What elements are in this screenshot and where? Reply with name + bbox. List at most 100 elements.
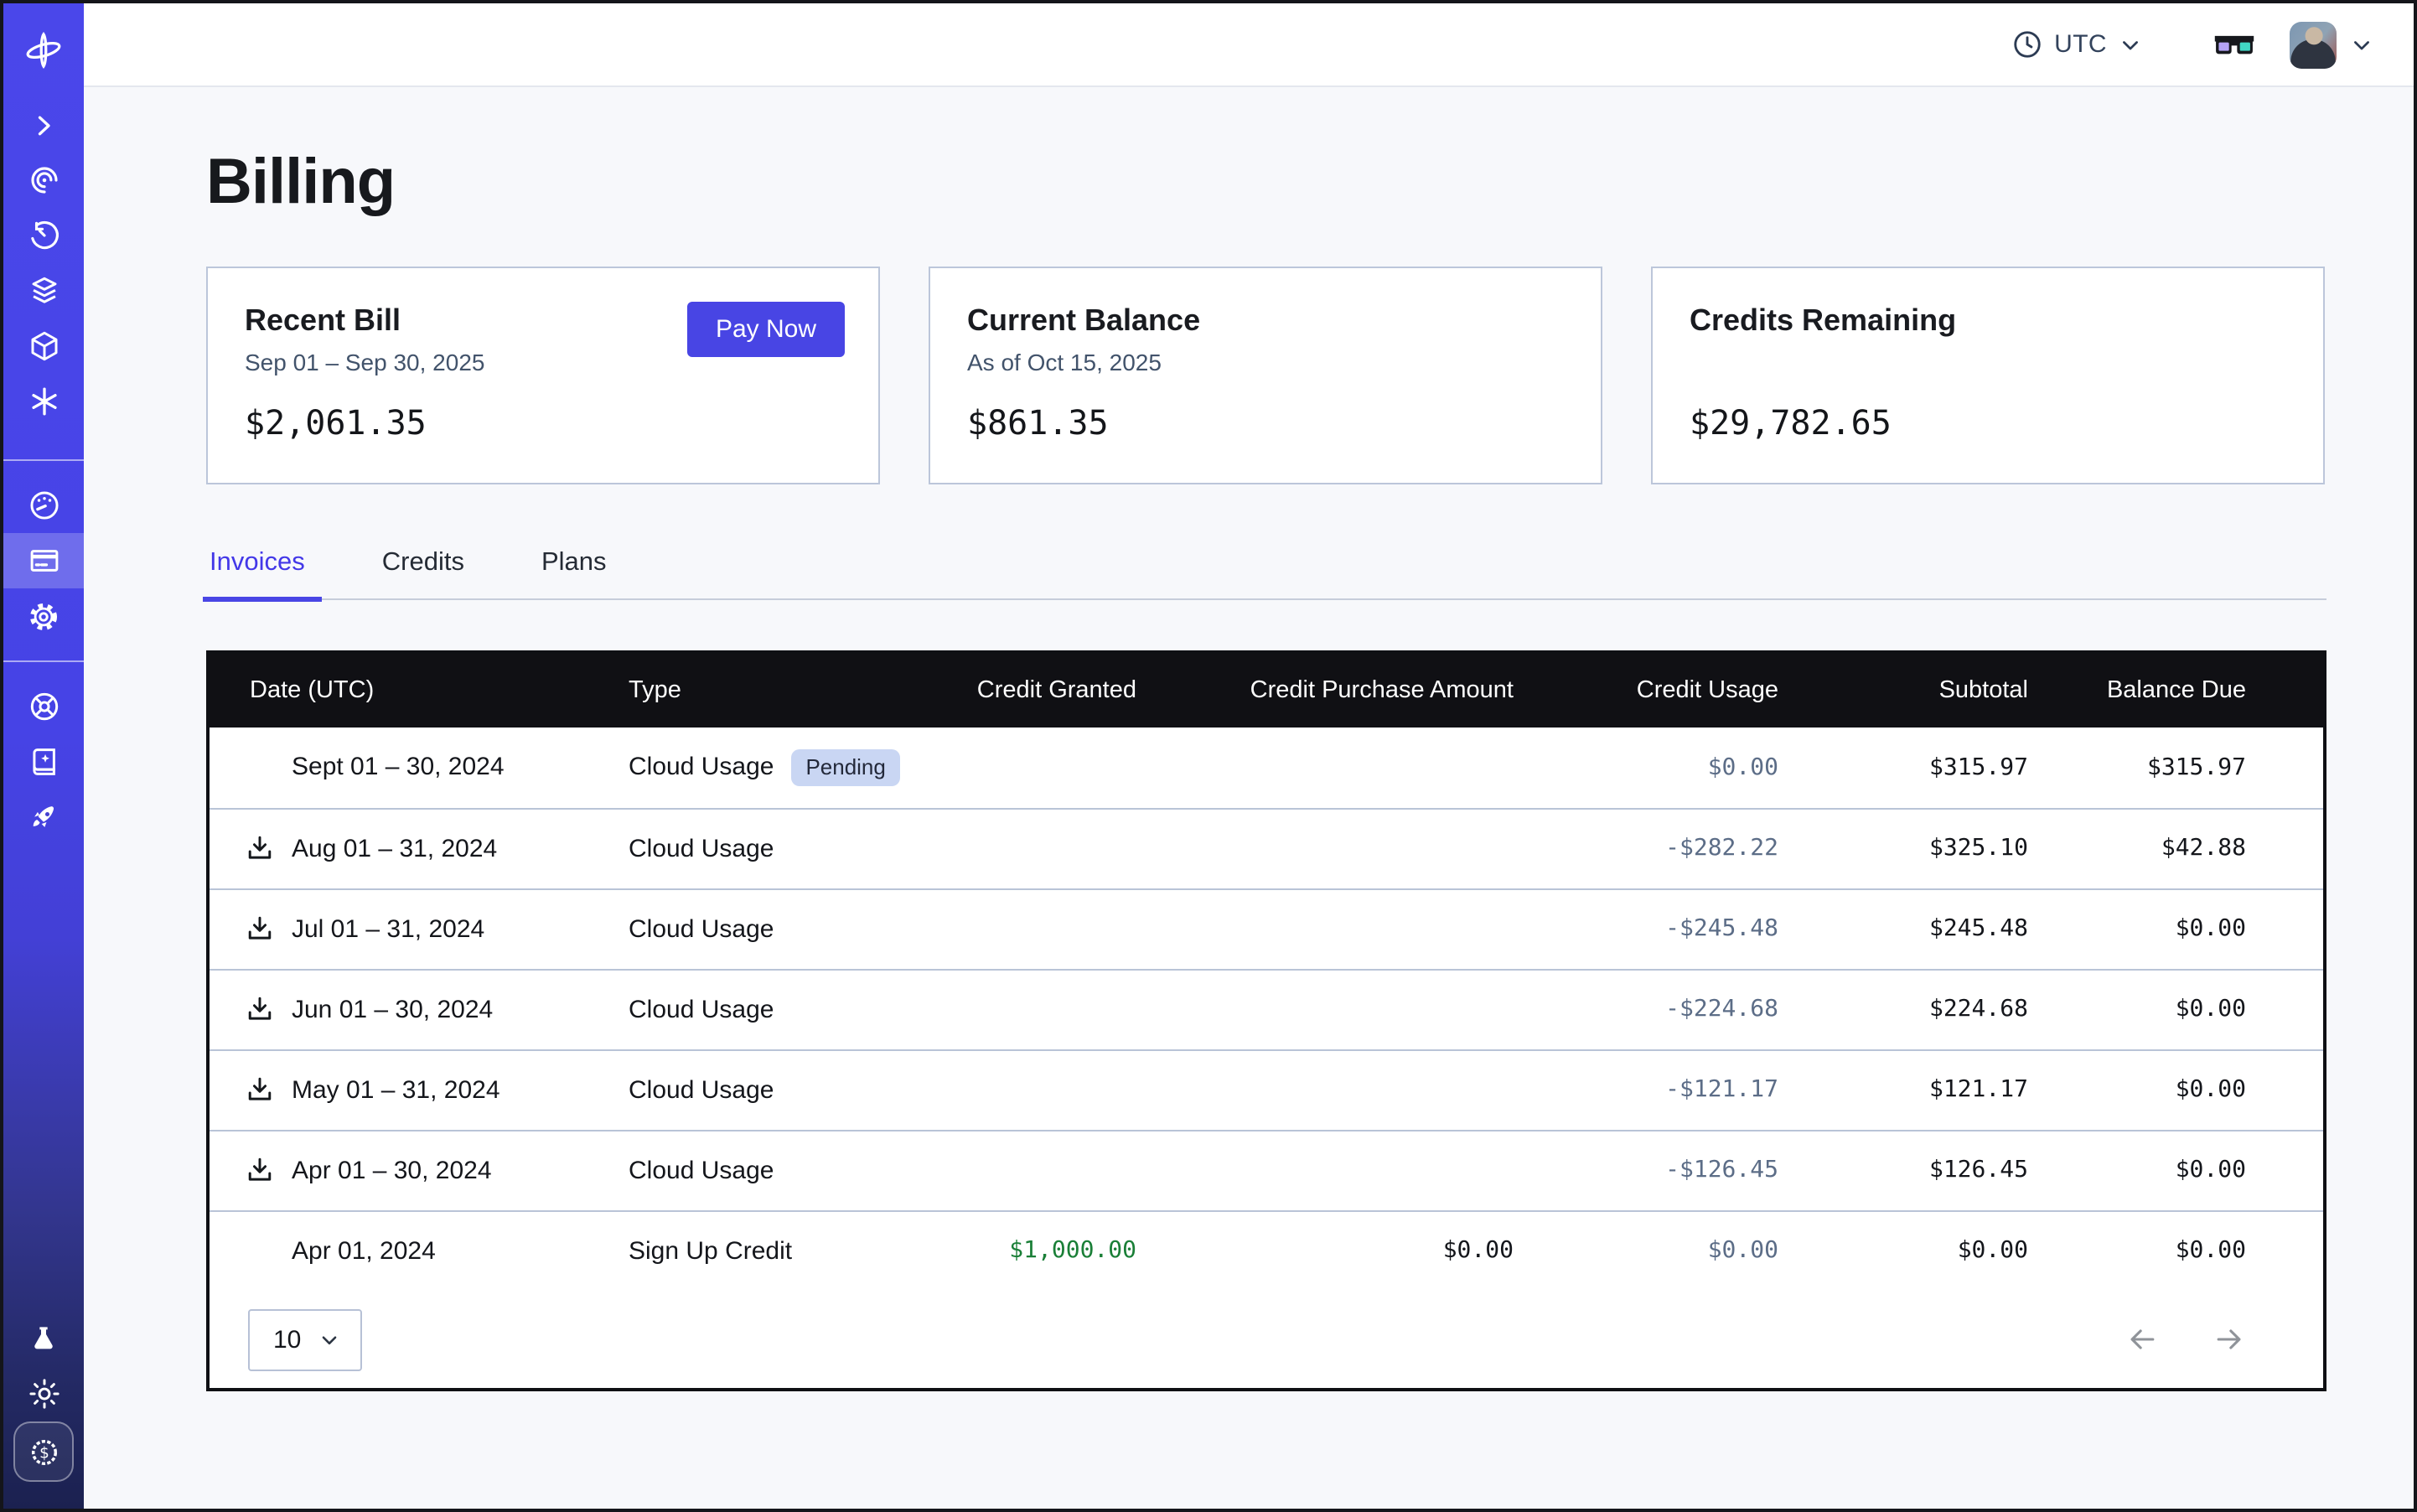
download-icon bbox=[245, 914, 275, 944]
chevron-down-icon bbox=[318, 1328, 339, 1350]
sidebar-item-history[interactable] bbox=[3, 208, 84, 263]
download-invoice-button[interactable] bbox=[245, 914, 275, 944]
flask-icon bbox=[27, 1322, 60, 1355]
subtotal-value: $224.68 bbox=[1799, 969, 2048, 1049]
download-invoice-button[interactable] bbox=[245, 833, 275, 863]
sidebar-item-theme-toggle[interactable] bbox=[3, 1366, 84, 1421]
subtotal-value: $315.97 bbox=[1799, 728, 2048, 808]
sidebar-divider bbox=[3, 660, 84, 662]
credits-remaining-card: Credits Remaining $29,782.65 bbox=[1651, 267, 2325, 484]
3d-glasses-icon bbox=[2213, 29, 2256, 60]
page-size-select[interactable]: 10 bbox=[248, 1308, 361, 1370]
sidebar-item-support[interactable] bbox=[3, 679, 84, 734]
sidebar-item-expand[interactable] bbox=[3, 97, 84, 153]
recent-bill-amount: $2,061.35 bbox=[245, 402, 841, 443]
logo-orbit-icon bbox=[22, 28, 65, 72]
main-area: Billing Recent Bill Sep 01 – Sep 30, 202… bbox=[84, 87, 2414, 1509]
credit-usage-value: -$224.68 bbox=[1534, 969, 1799, 1049]
invoice-type: Sign Up Credit bbox=[629, 1237, 792, 1266]
invoice-table-body: Sept 01 – 30, 2024 Cloud Usage Pending $… bbox=[210, 728, 2323, 1291]
tab-credits[interactable]: Credits bbox=[379, 548, 468, 598]
subtotal-value: $121.17 bbox=[1799, 1049, 2048, 1130]
dollar-badge-icon: $ bbox=[26, 1434, 61, 1469]
user-avatar bbox=[2290, 21, 2337, 68]
invoice-date: May 01 – 31, 2024 bbox=[292, 1075, 500, 1104]
credit-purchase-value bbox=[1157, 969, 1534, 1049]
topbar: UTC bbox=[84, 3, 2414, 87]
table-footer: 10 bbox=[210, 1291, 2323, 1388]
download-icon bbox=[245, 833, 275, 863]
column-header-credit-granted: Credit Granted bbox=[955, 654, 1157, 728]
subtotal-value: $325.10 bbox=[1799, 808, 2048, 888]
asterisk-icon bbox=[26, 384, 61, 419]
next-page-button[interactable] bbox=[2211, 1321, 2248, 1358]
invoice-type: Cloud Usage bbox=[629, 753, 774, 782]
account-menu[interactable] bbox=[2290, 21, 2373, 68]
invoice-row: Apr 01, 2024 Sign Up Credit $1,000.00 $0… bbox=[210, 1210, 2323, 1291]
clock-icon bbox=[2011, 28, 2042, 60]
invoice-date: Sept 01 – 30, 2024 bbox=[292, 753, 505, 782]
invoice-type: Cloud Usage bbox=[629, 1156, 774, 1184]
invoice-type: Cloud Usage bbox=[629, 914, 774, 943]
sidebar-item-labs[interactable] bbox=[3, 1311, 84, 1366]
timer-icon bbox=[26, 218, 61, 253]
sidebar-item-home[interactable] bbox=[3, 13, 84, 87]
recent-bill-card: Recent Bill Sep 01 – Sep 30, 2025 $2,061… bbox=[206, 267, 880, 484]
sidebar-item-functions[interactable] bbox=[3, 374, 84, 429]
download-icon bbox=[245, 1155, 275, 1185]
app-window: $ UTC bbox=[0, 0, 2417, 1512]
pay-now-button[interactable]: Pay Now bbox=[687, 302, 845, 357]
chevron-down-icon bbox=[2350, 33, 2373, 56]
credit-granted-value bbox=[955, 1049, 1157, 1130]
sidebar-item-getting-started[interactable] bbox=[3, 790, 84, 845]
invoice-type: Cloud Usage bbox=[629, 834, 774, 862]
sidebar-item-docs[interactable] bbox=[3, 734, 84, 790]
invoices-table: Date (UTC) Type Credit Granted Credit Pu… bbox=[210, 654, 2323, 1291]
svg-text:$: $ bbox=[39, 1443, 49, 1461]
status-badge: Pending bbox=[790, 749, 900, 786]
pager bbox=[2124, 1321, 2248, 1358]
rocket-icon bbox=[26, 800, 61, 835]
sidebar-divider bbox=[3, 459, 84, 461]
credit-usage-value: -$282.22 bbox=[1534, 808, 1799, 888]
invoice-row: Jun 01 – 30, 2024 Cloud Usage -$224.68 $… bbox=[210, 969, 2323, 1049]
credit-purchase-value bbox=[1157, 1049, 1534, 1130]
credit-usage-value: -$126.45 bbox=[1534, 1130, 1799, 1210]
sidebar-item-stack[interactable] bbox=[3, 263, 84, 318]
credit-purchase-value: $0.00 bbox=[1157, 1210, 1534, 1291]
credit-card-icon bbox=[26, 543, 61, 578]
table-header-row: Date (UTC) Type Credit Granted Credit Pu… bbox=[210, 654, 2323, 728]
subtotal-value: $126.45 bbox=[1799, 1130, 2048, 1210]
credit-purchase-value bbox=[1157, 728, 1534, 808]
credit-granted-value: $1,000.00 bbox=[955, 1210, 1157, 1291]
sidebar-item-credits[interactable]: $ bbox=[13, 1421, 74, 1482]
timezone-selector[interactable]: UTC bbox=[2011, 28, 2142, 60]
credit-granted-value bbox=[955, 1130, 1157, 1210]
current-balance-amount: $861.35 bbox=[967, 402, 1564, 443]
invoice-type: Cloud Usage bbox=[629, 1075, 774, 1104]
balance-due-value: $0.00 bbox=[2048, 888, 2323, 969]
tab-plans[interactable]: Plans bbox=[538, 548, 610, 598]
download-invoice-button[interactable] bbox=[245, 1074, 275, 1105]
balance-due-value: $0.00 bbox=[2048, 1049, 2323, 1130]
credits-remaining-amount: $29,782.65 bbox=[1690, 402, 2286, 443]
current-balance-card: Current Balance As of Oct 15, 2025 $861.… bbox=[929, 267, 1602, 484]
billing-tabs: Invoices Credits Plans bbox=[206, 548, 2326, 600]
invoice-date: Apr 01 – 30, 2024 bbox=[292, 1156, 492, 1184]
download-invoice-button[interactable] bbox=[245, 994, 275, 1024]
chevron-down-icon bbox=[2119, 33, 2142, 56]
ship-wheel-icon bbox=[26, 689, 61, 724]
sidebar-item-packages[interactable] bbox=[3, 318, 84, 374]
view-mode-button[interactable] bbox=[2213, 29, 2256, 60]
previous-page-button[interactable] bbox=[2124, 1321, 2161, 1358]
invoice-row: Jul 01 – 31, 2024 Cloud Usage -$245.48 $… bbox=[210, 888, 2323, 969]
sidebar-item-usage[interactable] bbox=[3, 478, 84, 533]
invoice-date: Aug 01 – 31, 2024 bbox=[292, 834, 497, 862]
sidebar-item-billing[interactable] bbox=[3, 533, 84, 588]
gear-icon bbox=[25, 598, 62, 634]
balance-due-value: $0.00 bbox=[2048, 969, 2323, 1049]
tab-invoices[interactable]: Invoices bbox=[206, 548, 308, 598]
download-invoice-button[interactable] bbox=[245, 1155, 275, 1185]
sidebar-item-settings[interactable] bbox=[3, 588, 84, 644]
sidebar-item-live[interactable] bbox=[3, 153, 84, 208]
